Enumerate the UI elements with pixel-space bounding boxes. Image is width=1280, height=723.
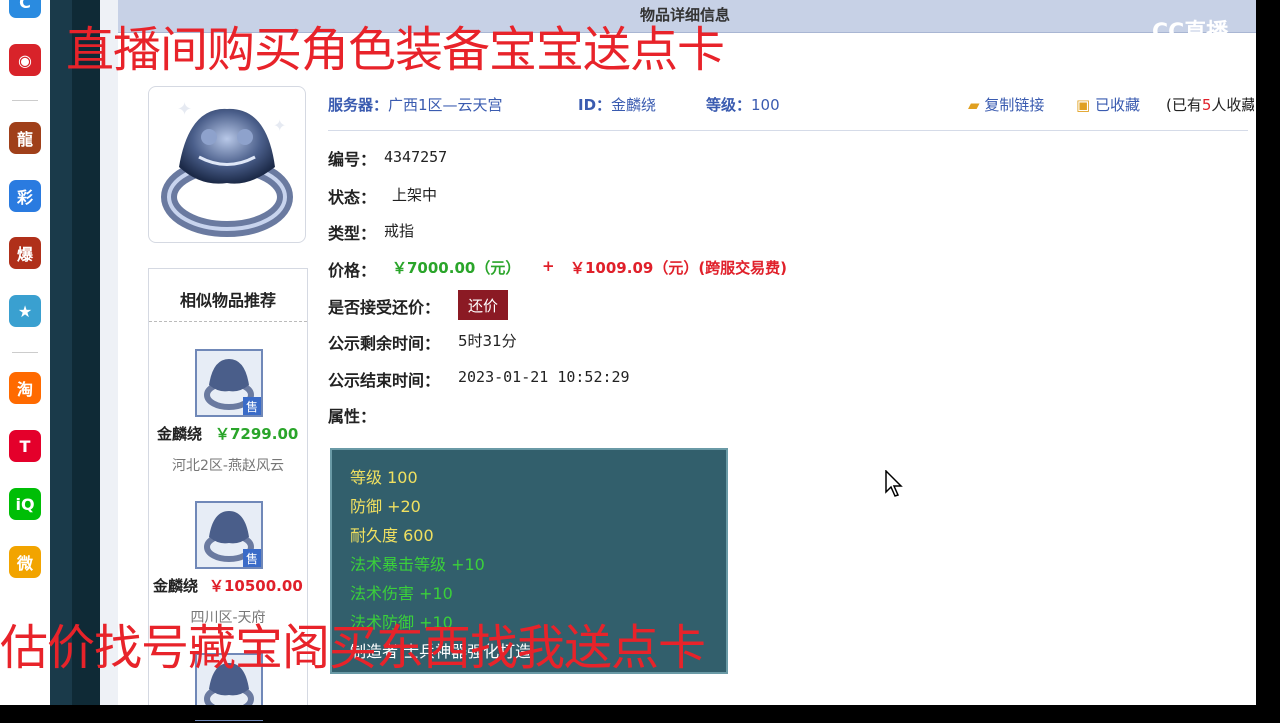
favorite-count-number: 5 (1201, 96, 1212, 114)
divider (328, 130, 1248, 131)
number-value: 4347257 (384, 148, 448, 166)
favorite-count-suffix: 人收藏 (1211, 96, 1254, 114)
counter-offer-button[interactable]: 还价 (458, 290, 508, 320)
similar-item-price: ￥7299.00 (215, 425, 299, 443)
sale-tag: 售 (243, 397, 261, 415)
cc-icon[interactable]: C (9, 0, 41, 18)
sale-tag: 售 (243, 549, 261, 567)
browser-sidebar (50, 0, 72, 705)
stream-overlay-top: 直播间购买角色装备宝宝送点卡 (66, 22, 725, 78)
status-label: 状态： (328, 188, 377, 207)
similar-item-thumbnail[interactable]: 售 (195, 349, 263, 417)
end-time-value: 2023-01-21 10:52:29 (458, 368, 630, 386)
favorite-button[interactable]: ▣ 已收藏 (1076, 94, 1140, 115)
attributes-label: 属性： (328, 407, 377, 426)
attribute-line: 耐久度 600 (350, 526, 434, 545)
remaining-time-label: 公示剩余时间： (328, 334, 441, 353)
mouse-cursor-icon (885, 470, 903, 497)
number-label: 编号： (328, 150, 377, 169)
taobao-icon[interactable]: 淘 (9, 372, 41, 404)
attribute-line: 法术伤害 +10 (350, 584, 453, 603)
price-label: 价格： (328, 261, 377, 280)
similar-item-name[interactable]: 金麟绕 (153, 575, 198, 596)
copy-link-icon: ▰ (968, 96, 980, 114)
game-cartoon-icon[interactable]: ★ (9, 295, 41, 327)
type-value: 戒指 (384, 222, 415, 240)
server-value: 广西1区—云天宫 (388, 96, 503, 114)
remaining-time-value: 5时31分 (458, 332, 517, 350)
cc-watermark-large: CC直播 (1072, 56, 1190, 96)
ring-icon: ✦ ✦ (161, 99, 293, 237)
folder-icon: ▣ (1076, 96, 1091, 114)
favorite-count: (已有5人收藏 (1166, 94, 1254, 115)
id-value: 金麟绕 (611, 96, 657, 114)
svg-text:✦: ✦ (273, 116, 286, 135)
iqiyi-icon[interactable]: iQ (9, 488, 41, 520)
copy-link-label: 复制链接 (984, 96, 1045, 114)
right-border (1256, 0, 1280, 705)
weibo-icon[interactable]: 微 (9, 546, 41, 578)
end-time-label: 公示结束时间： (328, 371, 441, 390)
similar-item-name[interactable]: 金麟绕 (157, 423, 202, 444)
price-value: ￥7000.00（元） (392, 259, 521, 277)
id-info: ID：金麟绕 (578, 94, 656, 115)
level-value: 100 (751, 96, 780, 114)
browser-sidebar-dark (72, 0, 100, 705)
svg-text:✦: ✦ (177, 99, 192, 120)
item-image: ✦ ✦ (148, 86, 306, 243)
id-label: ID： (578, 96, 612, 114)
bottom-border (0, 705, 1280, 720)
price-plus: + (542, 257, 555, 275)
divider (149, 321, 307, 322)
tmall-icon[interactable]: T (9, 430, 41, 462)
similar-item-thumbnail[interactable]: 售 (195, 501, 263, 569)
cc-watermark-small: CC直播 (1152, 20, 1229, 45)
app-dock: C ◉ 龍 彩 爆 ★ 淘 T iQ 微 (0, 0, 50, 705)
netease-music-icon[interactable]: ◉ (9, 44, 41, 76)
favorite-count-prefix: (已有 (1166, 96, 1202, 114)
attribute-line: 等级 100 (350, 468, 418, 487)
attribute-line: 防御 +20 (350, 497, 421, 516)
similar-item-price: ￥10500.00 (209, 577, 303, 595)
game-dragon-icon[interactable]: 龍 (9, 122, 41, 154)
attribute-line: 法术暴击等级 +10 (350, 555, 485, 574)
status-value: 上架中 (392, 186, 438, 204)
fee-value: ￥1009.09（元）(跨服交易费) (570, 259, 788, 277)
counter-offer-label: 是否接受还价： (328, 298, 441, 317)
server-label: 服务器： (328, 96, 389, 114)
level-label: 等级： (706, 96, 752, 114)
similar-item-server: 河北2区-燕赵风云 (172, 458, 284, 474)
stream-overlay-bottom: 估价找号藏宝阁买东西找我送点卡 (0, 620, 706, 676)
similar-items-title: 相似物品推荐 (179, 291, 276, 310)
dock-divider (12, 100, 38, 101)
game-fire-icon[interactable]: 爆 (9, 237, 41, 269)
favorite-label: 已收藏 (1094, 96, 1140, 114)
copy-link-button[interactable]: ▰ 复制链接 (968, 94, 1044, 115)
type-label: 类型： (328, 224, 377, 243)
game-color-icon[interactable]: 彩 (9, 180, 41, 212)
level-info: 等级：100 (706, 94, 780, 115)
dock-divider (12, 352, 38, 353)
server-info: 服务器：广西1区—云天宫 (328, 94, 503, 115)
